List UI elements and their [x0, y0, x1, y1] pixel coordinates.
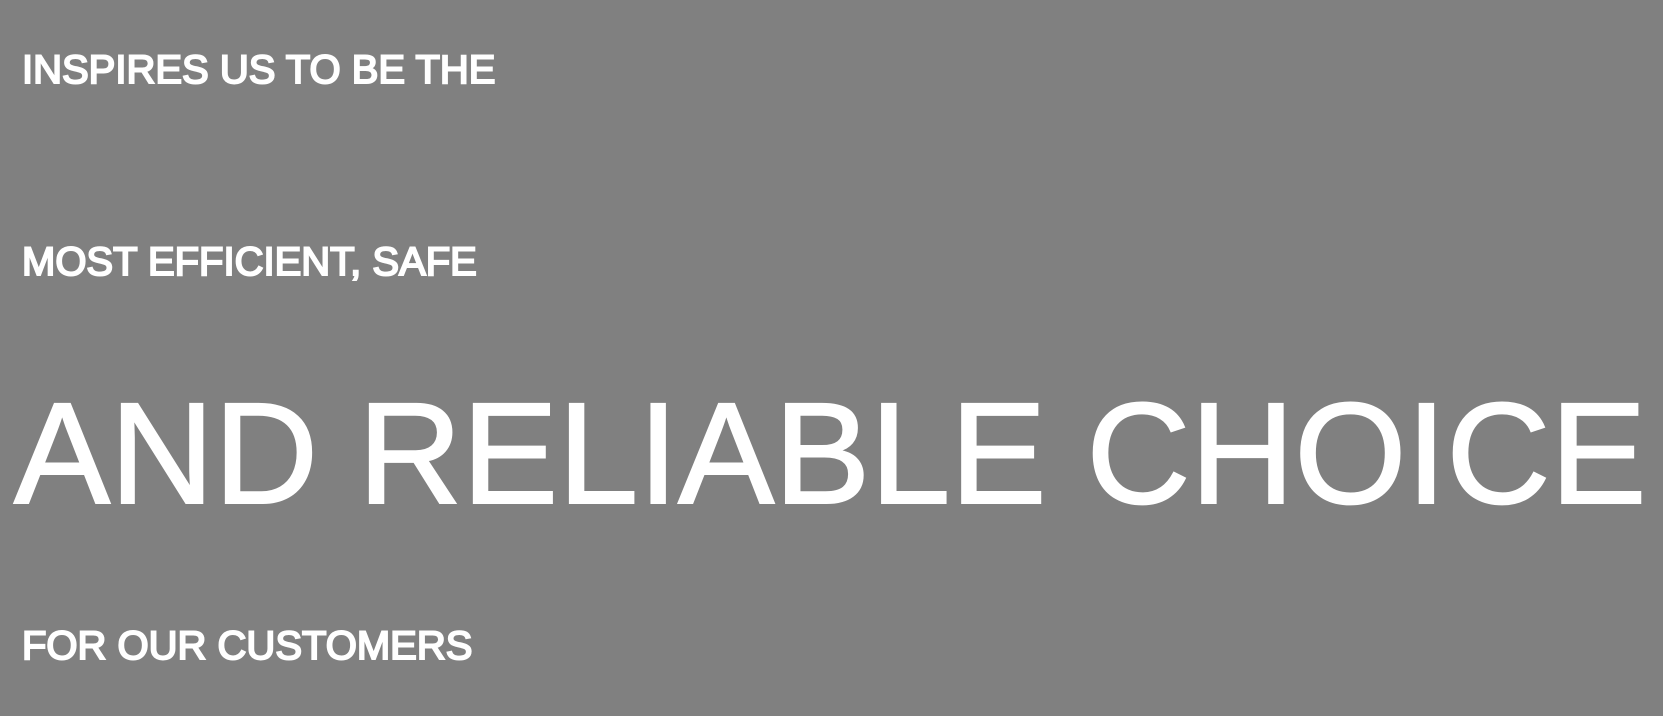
headline-line-1: INSPIRES US TO BE THE: [21, 47, 496, 93]
headline-text-block: INSPIRES US TO BE THE MOST EFFICIENT, SA…: [0, 0, 1663, 710]
headline-line-4: FOR OUR CUSTOMERS: [21, 623, 473, 669]
headline-line-3: AND RELIABLE CHOICE: [13, 373, 1647, 534]
headline-line-2: MOST EFFICIENT, SAFE: [21, 239, 478, 285]
